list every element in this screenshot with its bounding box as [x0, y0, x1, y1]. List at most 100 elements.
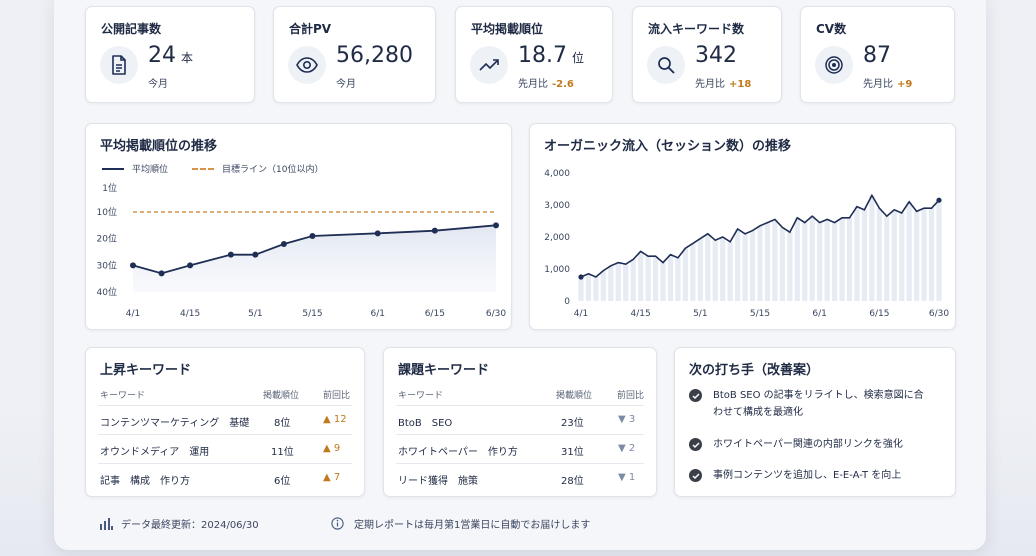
rank-point [227, 251, 234, 258]
x-tick-label: 4/15 [180, 309, 200, 319]
row-rank: 31位 [561, 447, 584, 458]
y-tick-label: 1位 [102, 182, 117, 194]
table-row[interactable]: BtoB SEO 23位 ▼ 3 [396, 405, 644, 434]
traffic-bar [735, 229, 741, 301]
kpi-delta: +9 [897, 79, 913, 90]
row-change: ▲ 9 [323, 443, 341, 454]
traffic-bar [831, 222, 838, 301]
table-row[interactable]: オウンドメディア 運用 11位 ▲ 9 [98, 434, 352, 463]
traffic-bar [891, 209, 897, 301]
traffic-bar [638, 251, 644, 301]
footer-updated-text: データ最終更新：2024/06/30 [121, 520, 259, 531]
x-tick-label: 6/15 [869, 309, 889, 319]
y-tick-label: 0 [564, 297, 570, 307]
kpi-title: 合計PV [289, 22, 332, 36]
x-tick-label: 4/15 [631, 309, 651, 319]
rank-point [309, 233, 316, 239]
traffic-end-point [936, 197, 942, 203]
row-change: ▼ 1 [618, 472, 636, 483]
traffic-bar [936, 200, 942, 301]
traffic-bar [899, 213, 905, 301]
traffic-bar [652, 256, 659, 301]
action-text: BtoB SEO の記事をリライトし、検索意図に合わせて構成を最適化 [713, 390, 924, 418]
traffic-bar [757, 225, 763, 301]
y-tick-label: 4,000 [544, 169, 570, 179]
traffic-bar [675, 257, 681, 301]
row-rank: 28位 [561, 476, 584, 487]
traffic-bar [764, 222, 771, 301]
traffic-bar [705, 233, 711, 301]
kpi-sub: 先月比 +9 [863, 79, 913, 90]
traffic-chart: 0 1,000 2,000 3,000 4,000 4/1 4/15 5/1 5/15 6/1 6/… [544, 169, 949, 319]
next-actions-card: 次の打ち手（改善案） BtoB SEO の記事をリライトし、検索意図に合わせて構… [674, 347, 956, 497]
table-title: 上昇キーワード [100, 363, 192, 378]
search-icon [647, 46, 685, 84]
kpi-title: 流入キーワード数 [648, 22, 745, 36]
x-tick-label: 5/15 [302, 309, 322, 319]
kpi-sub: 先月比 +18 [695, 79, 752, 90]
traffic-bar [869, 195, 875, 301]
rank-point [280, 241, 287, 247]
header-change: 前回比 [617, 391, 645, 401]
traffic-bar [742, 233, 748, 301]
y-tick-label: 2,000 [544, 233, 570, 243]
table-row[interactable]: リード獲得 施策 28位 ▼ 1 [396, 463, 644, 492]
kpi-value: 56,280 [336, 43, 413, 68]
traffic-bar [623, 264, 629, 301]
table-row[interactable]: 記事 構成 作り方 6位 ▲ 7 [98, 463, 352, 492]
x-tick-label: 6/15 [425, 309, 445, 319]
kpi-value: 342 [695, 43, 737, 68]
header-keyword: キーワード [100, 391, 146, 401]
info-icon [331, 517, 344, 530]
traffic-bar [779, 227, 785, 301]
traffic-bar [727, 241, 733, 301]
row-keyword: リード獲得 施策 [398, 476, 478, 487]
kpi-card-keywords: 流入キーワード数 342 先月比 +18 [632, 6, 782, 103]
rank-chart-card: 平均掲載順位の推移 平均順位 目標ライン（10位以内） 1位 10位 20位 30位 4… [85, 123, 512, 330]
row-rank: 6位 [274, 476, 291, 487]
action-text: 事例コンテンツを追加し、E-E-A-T を向上 [713, 470, 902, 481]
header-change: 前回比 [323, 391, 351, 401]
check-circle-icon [689, 438, 702, 451]
rank-point [252, 251, 259, 258]
traffic-bar [809, 216, 815, 301]
kpi-value: 87 [863, 43, 891, 68]
kpi-title: 平均掲載順位 [471, 22, 544, 36]
y-tick-label: 3,000 [544, 201, 570, 211]
action-text: ホワイトペーパー関連の内部リンクを強化 [713, 439, 903, 450]
traffic-bar [914, 211, 920, 301]
footer-note: 定期レポートは毎月第1営業日に自動でお届けします [331, 516, 590, 531]
y-tick-label: 1,000 [544, 265, 570, 275]
bar-chart-icon [100, 517, 113, 530]
table-row[interactable]: コンテンツマーケティング 基礎 8位 ▲ 12 [98, 405, 352, 434]
traffic-bar [817, 222, 823, 301]
traffic-bar [787, 232, 793, 301]
kpi-sub: 今月 [148, 79, 168, 90]
row-keyword: オウンドメディア 運用 [100, 447, 210, 458]
table-row[interactable]: ホワイトペーパー 作り方 31位 ▼ 2 [396, 434, 644, 463]
kpi-sub: 先月比 -2.6 [518, 79, 574, 90]
traffic-bar [682, 248, 689, 301]
y-tick-label: 20位 [97, 233, 117, 245]
footer-note-text: 定期レポートは毎月第1営業日に自動でお届けします [354, 520, 591, 531]
traffic-bar [645, 256, 651, 301]
traffic-chart-card: オーガニック流入（セッション数）の推移 0 1,000 2,000 3,000 4,00… [529, 123, 956, 330]
traffic-bar [854, 206, 860, 301]
table-title: 課題キーワード [398, 363, 490, 378]
y-tick-label: 40位 [97, 286, 117, 298]
traffic-bar [921, 208, 927, 301]
x-tick-label: 5/15 [750, 309, 770, 319]
rank-point [187, 262, 194, 269]
x-tick-label: 6/1 [812, 309, 826, 319]
traffic-bar [697, 238, 703, 301]
traffic-bar [578, 277, 584, 301]
check-circle-icon [689, 469, 702, 482]
traffic-bar [615, 262, 621, 301]
row-keyword: コンテンツマーケティング 基礎 [100, 418, 250, 429]
traffic-bar [772, 219, 778, 301]
traffic-bar [749, 230, 756, 301]
kpi-card-pv: 合計PV 56,280 今月 [273, 6, 436, 103]
kpi-title: 公開記事数 [101, 22, 162, 36]
row-rank: 8位 [274, 418, 291, 429]
traffic-bar [660, 262, 666, 301]
